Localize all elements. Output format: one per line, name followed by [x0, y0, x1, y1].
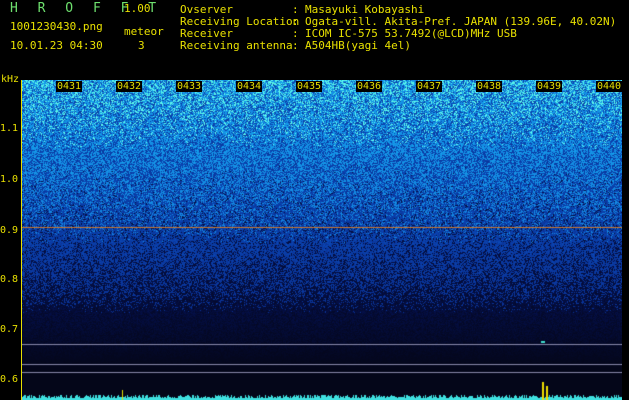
meteor-count: 3 [138, 39, 145, 52]
spectrogram-plot [22, 80, 622, 400]
x-tick-label: 0436 [356, 81, 383, 92]
x-tick-label: 0435 [296, 81, 323, 92]
observer-colon: : [292, 3, 299, 16]
y-axis-unit: kHz [1, 74, 20, 85]
x-tick-label: 0440 [596, 81, 623, 92]
y-tick-label: 1.0 [0, 174, 19, 185]
date-time: 10.01.23 04:30 [10, 39, 103, 52]
y-tick-label: 1.1 [0, 123, 19, 134]
x-tick-label: 0438 [476, 81, 503, 92]
location-label: Receiving Location [180, 15, 300, 28]
y-tick-label: 0.8 [0, 274, 19, 285]
location-colon: : [292, 15, 299, 28]
receiver-label: Receiver [180, 27, 233, 40]
x-tick-label: 0437 [416, 81, 443, 92]
receiver-value: ICOM IC-575 53.7492(@LCD)MHz USB [305, 27, 517, 40]
x-tick-label: 0434 [236, 81, 263, 92]
antenna-label: Receiving antenna [180, 39, 293, 52]
app-version: 1.00 [124, 2, 151, 15]
x-tick-label: 0432 [116, 81, 143, 92]
antenna-colon: : [292, 39, 299, 52]
y-tick-label: 0.9 [0, 225, 19, 236]
y-axis-line [21, 80, 22, 400]
file-name: 1001230430.png [10, 20, 103, 33]
location-value: Ogata-vill. Akita-Pref. JAPAN (139.96E, … [305, 15, 617, 28]
antenna-value: A504HB(yagi 4el) [305, 39, 411, 52]
meteor-label: meteor [124, 25, 164, 38]
y-tick-label: 0.7 [0, 324, 19, 335]
observer-label: Ovserver [180, 3, 233, 16]
x-tick-label: 0431 [56, 81, 83, 92]
x-tick-label: 0439 [536, 81, 563, 92]
y-tick-label: 0.6 [0, 374, 19, 385]
header-panel: H R O F F T 1.00 1001230430.png 10.01.23… [0, 0, 629, 75]
x-tick-label: 0433 [176, 81, 203, 92]
observer-value: Masayuki Kobayashi [305, 3, 425, 16]
receiver-colon: : [292, 27, 299, 40]
